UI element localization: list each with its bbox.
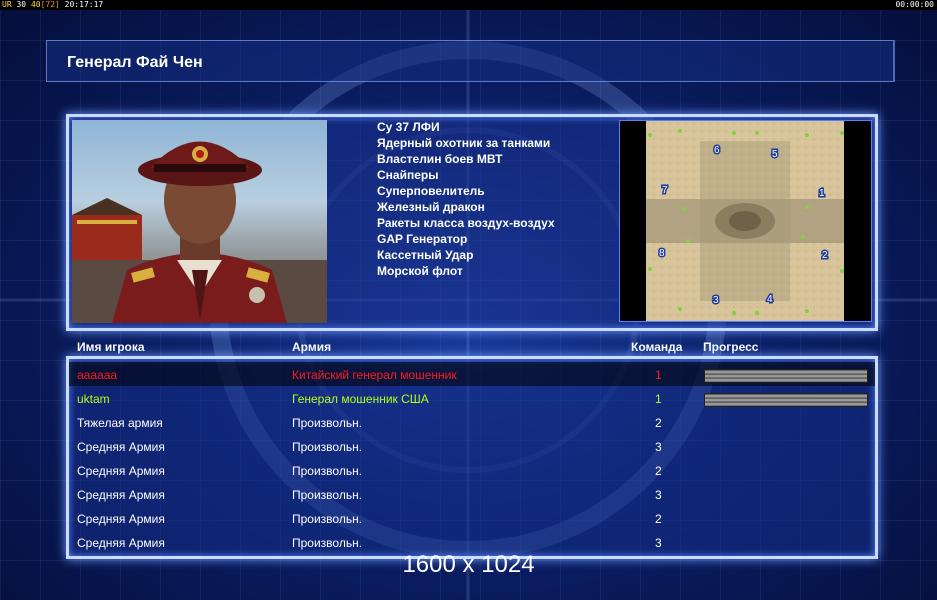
map-start-4: 4: [767, 294, 773, 305]
map-start-8: 8: [659, 248, 665, 259]
title-bar: Генерал Фай Чен: [46, 40, 895, 82]
map-start-1: 1: [819, 188, 825, 199]
ability-item: Ядерный охотник за танками: [377, 136, 551, 150]
header-team: Команда: [631, 340, 683, 354]
resolution-label: 1600 x 1024: [402, 551, 535, 578]
player-team: 3: [655, 536, 662, 550]
player-name: Средняя Армия: [77, 536, 165, 550]
ability-item: Кассетный Удар: [377, 248, 474, 262]
status-right-time: 00:00:00: [895, 0, 934, 9]
ability-item: Властелин боев МВТ: [377, 152, 503, 166]
progress-bar: [704, 393, 868, 407]
progress-bar: [704, 369, 868, 383]
player-name: Средняя Армия: [77, 464, 165, 478]
table-row[interactable]: Тяжелая армия Произвольн. 2: [69, 410, 875, 434]
general-info-panel: Су 37 ЛФИ Ядерный охотник за танками Вла…: [66, 114, 878, 331]
player-army: Произвольн.: [292, 536, 363, 550]
player-army: Произвольн.: [292, 488, 363, 502]
progress-fill: [705, 370, 867, 382]
player-name: Средняя Армия: [77, 440, 165, 454]
player-team: 1: [655, 368, 662, 382]
header-army: Армия: [292, 340, 332, 354]
player-name: uktam: [77, 392, 110, 406]
map-start-6: 6: [714, 145, 720, 156]
map-start-3: 3: [713, 295, 719, 306]
status-bar: UR 30 40[72] 20:17:17 00:00:00: [0, 0, 937, 10]
ability-item: Ракеты класса воздух-воздух: [377, 216, 555, 230]
table-row[interactable]: Средняя Армия Произвольн. 3: [69, 434, 875, 458]
player-army: Китайский генерал мошенник: [292, 368, 457, 382]
player-name: Средняя Армия: [77, 488, 165, 502]
table-row[interactable]: аааааа Китайский генерал мошенник 1: [69, 362, 875, 386]
player-army: Генерал мошенник США: [292, 392, 429, 406]
ability-item: Морской флот: [377, 264, 463, 278]
table-row[interactable]: Средняя Армия Произвольн. 3: [69, 482, 875, 506]
map-start-2: 2: [822, 250, 828, 261]
map-start-7: 7: [662, 185, 668, 196]
ability-item: GAP Генератор: [377, 232, 468, 246]
ability-item: Снайперы: [377, 168, 439, 182]
player-name: аааааа: [77, 368, 118, 382]
ability-item: Су 37 ЛФИ: [377, 120, 440, 134]
general-portrait: [72, 120, 327, 323]
player-name: Средняя Армия: [77, 512, 165, 526]
player-army: Произвольн.: [292, 512, 363, 526]
general-title: Генерал Фай Чен: [67, 54, 203, 71]
header-progress: Прогресс: [703, 340, 759, 354]
status-left: UR 30 40[72] 20:17:17: [2, 0, 104, 9]
player-army: Произвольн.: [292, 440, 363, 454]
table-row[interactable]: Средняя Армия Произвольн. 2: [69, 458, 875, 482]
general-abilities-list: Су 37 ЛФИ Ядерный охотник за танками Вла…: [377, 119, 555, 279]
table-row[interactable]: Средняя Армия Произвольн. 2: [69, 506, 875, 530]
player-team: 2: [655, 416, 662, 430]
table-row[interactable]: uktam Генерал мошенник США 1: [69, 386, 875, 410]
player-table: аааааа Китайский генерал мошенник 1 ukta…: [66, 356, 878, 559]
progress-fill: [705, 394, 867, 406]
ability-item: Железный дракон: [377, 200, 485, 214]
player-army: Произвольн.: [292, 464, 363, 478]
player-team: 2: [655, 512, 662, 526]
ability-item: Суперповелитель: [377, 184, 485, 198]
player-team: 1: [655, 392, 662, 406]
player-name: Тяжелая армия: [77, 416, 163, 430]
map-start-5: 5: [772, 149, 778, 160]
player-army: Произвольн.: [292, 416, 363, 430]
player-team: 3: [655, 488, 662, 502]
map-preview: 6 5 7 1 8 2 3 4: [619, 120, 872, 322]
header-player-name: Имя игрока: [77, 340, 145, 354]
player-team: 3: [655, 440, 662, 454]
player-team: 2: [655, 464, 662, 478]
